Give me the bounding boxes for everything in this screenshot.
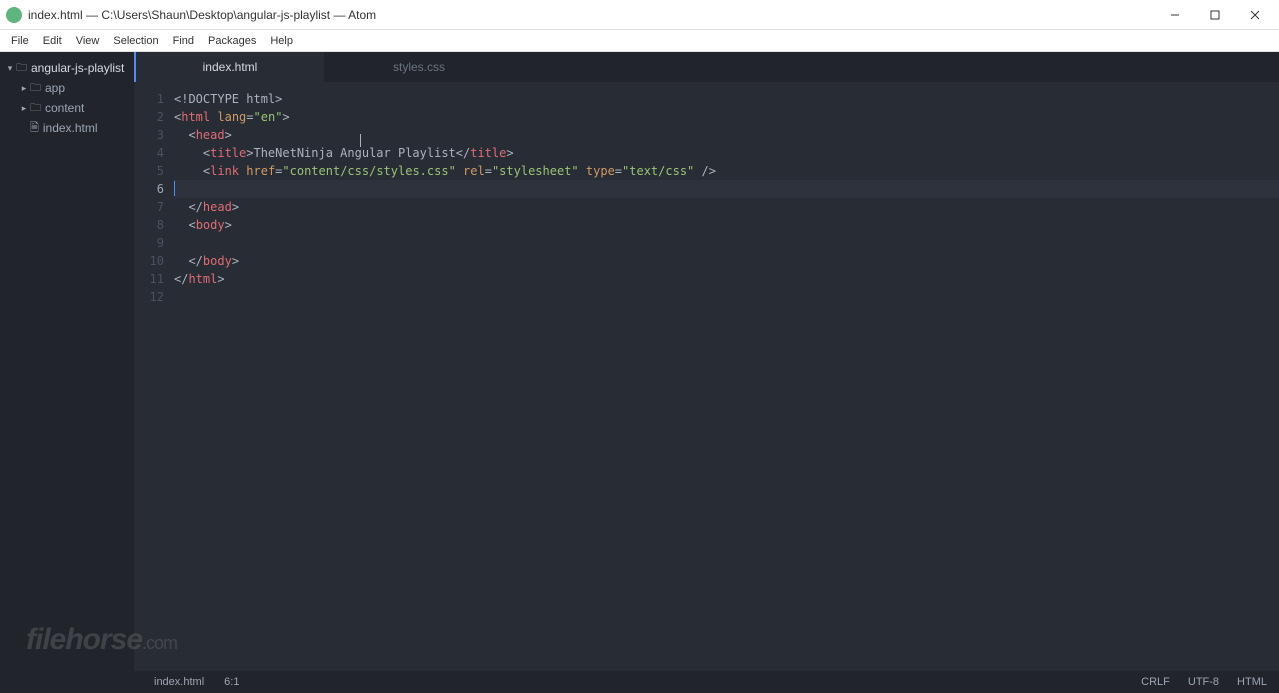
line-number: 3 bbox=[134, 126, 174, 144]
close-button[interactable] bbox=[1235, 2, 1275, 28]
menu-view[interactable]: View bbox=[69, 33, 107, 49]
chevron-right-icon: ▸ bbox=[18, 103, 30, 114]
status-bar: index.html 6:1 CRLF UTF-8 HTML bbox=[0, 671, 1279, 693]
mouse-text-cursor-icon bbox=[360, 134, 361, 147]
code-area[interactable]: <!DOCTYPE html> <html lang="en"> <head> … bbox=[174, 82, 1279, 693]
folder-icon bbox=[16, 59, 31, 78]
menu-file[interactable]: File bbox=[4, 33, 36, 49]
code-line bbox=[174, 288, 1279, 306]
code-line: </body> bbox=[174, 252, 1279, 270]
gutter: 1 2 3 4 5 6 7 8 9 10 11 12 bbox=[134, 82, 174, 693]
text-cursor bbox=[174, 181, 175, 196]
status-grammar[interactable]: HTML bbox=[1233, 676, 1271, 688]
code-line: </head> bbox=[174, 198, 1279, 216]
code-line: <html lang="en"> bbox=[174, 108, 1279, 126]
tree-root[interactable]: ▾ angular-js-playlist bbox=[0, 58, 134, 78]
tree-view[interactable]: ▾ angular-js-playlist ▸ app ▸ content in… bbox=[0, 52, 134, 693]
status-line-ending[interactable]: CRLF bbox=[1137, 676, 1174, 688]
code-line bbox=[174, 180, 1279, 198]
line-number: 5 bbox=[134, 162, 174, 180]
code-line: </html> bbox=[174, 270, 1279, 288]
line-number: 1 bbox=[134, 90, 174, 108]
code-line bbox=[174, 234, 1279, 252]
line-number: 9 bbox=[134, 234, 174, 252]
titlebar: index.html — C:\Users\Shaun\Desktop\angu… bbox=[0, 0, 1279, 30]
line-number: 6 bbox=[134, 180, 174, 198]
line-number: 2 bbox=[134, 108, 174, 126]
tree-item-label: index.html bbox=[43, 121, 98, 135]
tree-file-index[interactable]: index.html bbox=[0, 118, 134, 138]
file-icon bbox=[30, 119, 43, 138]
chevron-down-icon: ▾ bbox=[4, 63, 16, 74]
menu-find[interactable]: Find bbox=[166, 33, 201, 49]
code-line: <head> bbox=[174, 126, 1279, 144]
tab-styles-css[interactable]: styles.css bbox=[324, 52, 514, 82]
code-line: <!DOCTYPE html> bbox=[174, 90, 1279, 108]
tree-root-label: angular-js-playlist bbox=[31, 61, 124, 75]
maximize-button[interactable] bbox=[1195, 2, 1235, 28]
menu-edit[interactable]: Edit bbox=[36, 33, 69, 49]
status-encoding[interactable]: UTF-8 bbox=[1184, 676, 1223, 688]
code-line: <body> bbox=[174, 216, 1279, 234]
menubar: File Edit View Selection Find Packages H… bbox=[0, 30, 1279, 52]
line-number: 12 bbox=[134, 288, 174, 306]
menu-selection[interactable]: Selection bbox=[106, 33, 165, 49]
tree-folder-content[interactable]: ▸ content bbox=[0, 98, 134, 118]
line-number: 7 bbox=[134, 198, 174, 216]
tree-item-label: app bbox=[45, 81, 65, 95]
status-filename[interactable]: index.html bbox=[150, 676, 208, 688]
line-number: 4 bbox=[134, 144, 174, 162]
tree-folder-app[interactable]: ▸ app bbox=[0, 78, 134, 98]
line-number: 8 bbox=[134, 216, 174, 234]
tab-label: styles.css bbox=[393, 60, 445, 74]
window-title: index.html — C:\Users\Shaun\Desktop\angu… bbox=[28, 8, 1155, 22]
chevron-right-icon: ▸ bbox=[18, 83, 30, 94]
status-cursor-position[interactable]: 6:1 bbox=[220, 676, 243, 688]
line-number: 11 bbox=[134, 270, 174, 288]
code-line: <title>TheNetNinja Angular Playlist</tit… bbox=[174, 144, 1279, 162]
tree-item-label: content bbox=[45, 101, 84, 115]
atom-app-icon bbox=[6, 7, 22, 23]
tab-index-html[interactable]: index.html bbox=[134, 52, 324, 82]
folder-icon bbox=[30, 79, 45, 98]
line-number: 10 bbox=[134, 252, 174, 270]
code-line: <link href="content/css/styles.css" rel=… bbox=[174, 162, 1279, 180]
minimize-button[interactable] bbox=[1155, 2, 1195, 28]
tab-bar: index.html styles.css bbox=[134, 52, 1279, 82]
editor[interactable]: 1 2 3 4 5 6 7 8 9 10 11 12 <!DOCTYPE htm… bbox=[134, 82, 1279, 693]
menu-help[interactable]: Help bbox=[263, 33, 300, 49]
folder-icon bbox=[30, 99, 45, 118]
tab-label: index.html bbox=[203, 60, 258, 74]
menu-packages[interactable]: Packages bbox=[201, 33, 263, 49]
